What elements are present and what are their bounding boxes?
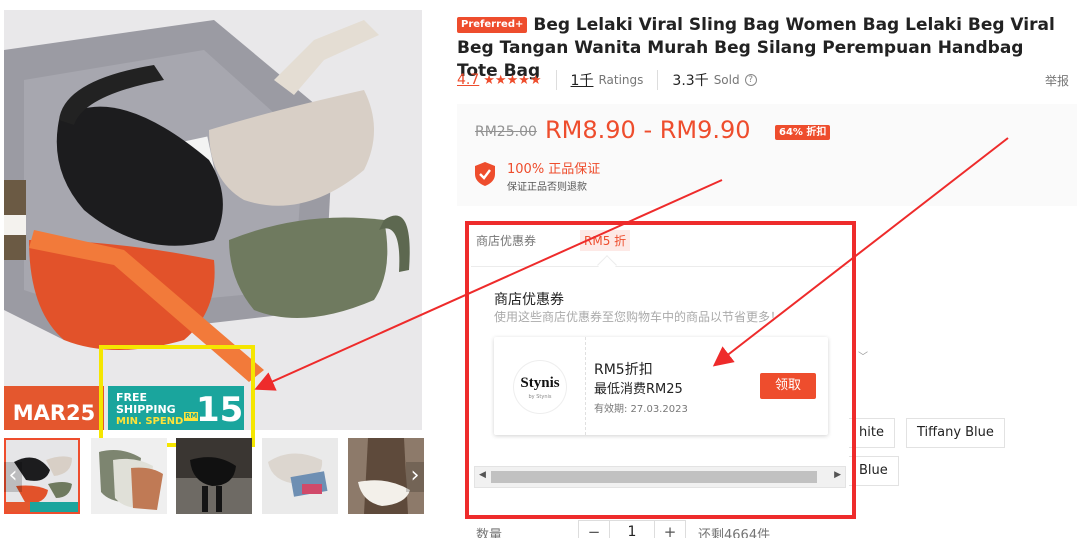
decrease-button[interactable]: −: [579, 521, 609, 538]
sold-label: Sold: [713, 73, 740, 87]
promo-label: MAR25: [4, 386, 104, 430]
annotation-yellow-box: [99, 345, 255, 447]
ratings-count[interactable]: 1千: [571, 70, 594, 90]
annotation-red-box: [465, 221, 856, 519]
original-price: RM25.00: [475, 124, 537, 140]
rating-row: 4.7 ★★★★★ 1千 Ratings 3.3千 Sold ?: [457, 70, 757, 90]
current-price: RM8.90 - RM9.90: [545, 116, 751, 144]
discount-badge: 64% 折扣: [775, 125, 831, 140]
rating-value[interactable]: 4.7: [457, 72, 479, 88]
ratings-label: Ratings: [598, 73, 644, 87]
thumbnail-strip: ‹ ›: [4, 438, 424, 516]
thumbnail-3[interactable]: [176, 438, 252, 514]
chevron-down-icon[interactable]: ﹀: [858, 348, 868, 363]
thumbnail-4[interactable]: [262, 438, 338, 514]
guarantee-title[interactable]: 100% 正品保证: [507, 158, 600, 177]
thumbnail-image: [262, 438, 338, 514]
preferred-plus-badge: Preferred+: [457, 17, 528, 33]
thumbnail-image: [176, 438, 252, 514]
quantity-input[interactable]: 1: [609, 521, 655, 538]
thumbnail-2[interactable]: [91, 438, 167, 514]
shield-check-icon: [475, 162, 495, 186]
stock-remaining: 还剩4664件: [698, 528, 771, 538]
sold-count: 3.3千: [672, 73, 709, 89]
guarantee-subtitle: 保证正品否则退款: [507, 182, 587, 193]
increase-button[interactable]: +: [655, 521, 685, 538]
divider: [657, 70, 659, 90]
report-link[interactable]: 举报: [1045, 72, 1069, 89]
thumbnail-prev-arrow[interactable]: ‹: [4, 462, 22, 492]
price-panel: RM25.00 RM8.90 - RM9.90 64% 折扣 100% 正品保证…: [457, 104, 1077, 206]
quantity-stepper: − 1 +: [578, 520, 686, 538]
green-bag: [229, 217, 388, 318]
rating-stars-icon: ★★★★★: [483, 72, 542, 88]
thumbnail-next-arrow[interactable]: ›: [406, 462, 424, 492]
thumbnail-image: [91, 438, 167, 514]
divider: [555, 70, 557, 90]
variation-option-tiffany-blue[interactable]: Tiffany Blue: [906, 418, 1005, 448]
help-icon[interactable]: ?: [744, 74, 757, 86]
quantity-label: 数量: [476, 528, 503, 538]
